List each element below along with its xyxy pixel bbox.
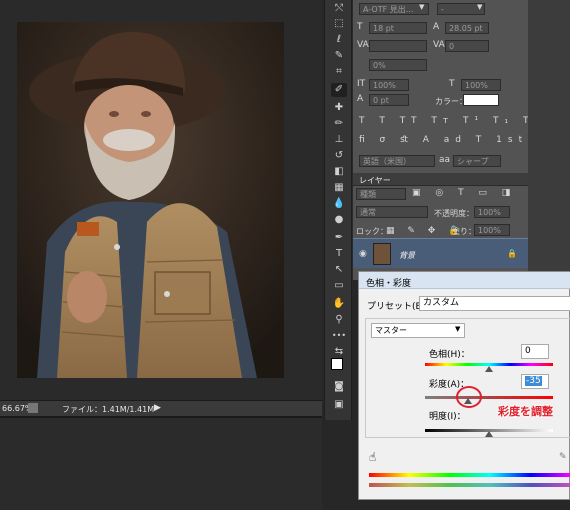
dodge-tool-icon[interactable]: ●	[331, 213, 347, 227]
shape-tool-icon[interactable]: ▭	[331, 279, 347, 293]
blend-mode-select[interactable]: 通常	[356, 206, 428, 218]
file-size-info: ファイル：1.41M/1.41M	[62, 405, 155, 414]
vertical-scale-icon: IT	[357, 79, 366, 89]
horizontal-scale-field[interactable]: 100%	[461, 79, 501, 91]
chevron-down-icon: ▼	[455, 325, 461, 333]
status-arrow-icon[interactable]: ▶	[154, 403, 161, 413]
leading-icon: A	[433, 22, 440, 32]
opacity-field[interactable]: 100%	[474, 206, 510, 218]
dialog-title-bar: 色相・彩度	[359, 272, 570, 289]
text-color-swatch[interactable]	[463, 94, 499, 106]
foreground-color-swatch[interactable]	[331, 358, 343, 370]
tools-panel: ⤲ ⬚ ℓ ✎ ⌗ ✐ ✚ ✏ ⊥ ↺ ◧ ▦ 💧 ● ✒ T ↖ ▭ ✋ ⚲ …	[324, 0, 352, 420]
eraser-tool-icon[interactable]: ◧	[331, 165, 347, 179]
photo-canvas[interactable]	[17, 22, 284, 378]
annotation-text: 彩度を調整	[498, 405, 553, 418]
targeted-adjustment-hand-icon[interactable]: ☝	[369, 450, 376, 464]
screen-mode-icon[interactable]: ▣	[331, 398, 347, 412]
lasso-tool-icon[interactable]: ℓ	[331, 33, 347, 47]
lightness-slider-thumb[interactable]	[485, 431, 493, 437]
saturation-value: -35	[525, 376, 542, 386]
preset-select[interactable]: カスタム	[419, 296, 570, 311]
tsume-field[interactable]: 0%	[369, 59, 427, 71]
language-select[interactable]: 英語（米国）	[359, 155, 435, 167]
tracking-field[interactable]: 0	[445, 40, 489, 52]
path-select-tool-icon[interactable]: ↖	[331, 263, 347, 277]
lightness-label: 明度(I)：	[429, 412, 466, 422]
info-icon[interactable]	[28, 403, 38, 413]
workspace-background	[0, 418, 322, 510]
hue-saturation-dialog: 色相・彩度 プリセット(E)： カスタム マスター ▼ 色相(H)： 0 彩度(…	[358, 271, 570, 500]
lock-icon: 🔒	[507, 249, 517, 258]
blur-tool-icon[interactable]: 💧	[331, 197, 347, 211]
hue-value-field[interactable]: 0	[521, 344, 549, 359]
channel-select[interactable]: マスター	[371, 323, 465, 338]
dialog-title: 色相・彩度	[366, 279, 412, 289]
crop-tool-icon[interactable]: ⌗	[331, 65, 347, 79]
healing-brush-tool-icon[interactable]: ✚	[331, 101, 347, 115]
vertical-scale-field[interactable]: 100%	[369, 79, 409, 91]
saturation-slider-track[interactable]	[425, 396, 553, 399]
tab-layers[interactable]: レイヤー	[359, 175, 391, 186]
color-bar-top	[369, 473, 570, 477]
eyedropper-icon[interactable]: ✎	[559, 452, 567, 462]
font-size-icon: T	[357, 22, 363, 32]
quick-mask-icon[interactable]: ◙	[331, 380, 347, 394]
layer-filter-select[interactable]: 種類	[356, 188, 406, 200]
visibility-eye-icon[interactable]: ◉	[359, 249, 367, 259]
pen-tool-icon[interactable]: ✒	[331, 231, 347, 245]
layer-thumbnail	[373, 243, 391, 265]
color-bar-bottom	[369, 483, 570, 487]
type-style-buttons[interactable]: T T TT Tт T¹ T₁ T Ŧ	[359, 116, 555, 126]
document-window: 66.67% ファイル：1.41M/1.41M ▶	[0, 0, 322, 418]
marquee-tool-icon[interactable]: ⬚	[331, 17, 347, 31]
fill-field[interactable]: 100%	[474, 224, 510, 236]
antialias-select[interactable]: シャープ	[453, 155, 501, 167]
kerning-field[interactable]	[369, 40, 427, 52]
font-size-field[interactable]: 18 pt	[369, 22, 427, 34]
brush-tool-icon[interactable]: ✏	[331, 117, 347, 131]
layer-name[interactable]: 背景	[399, 250, 415, 261]
baseline-shift-icon: A	[357, 94, 364, 104]
document-status-bar: 66.67% ファイル：1.41M/1.41M ▶	[0, 400, 322, 416]
layers-tab-row: レイヤー	[353, 173, 528, 186]
lock-label: ロック：	[356, 227, 388, 236]
eyedropper-tool-icon[interactable]: ✐	[331, 83, 347, 97]
opacity-label: 不透明度：	[434, 209, 474, 218]
chevron-down-icon: ▼	[419, 3, 425, 11]
edit-toolbar-icon[interactable]: •••	[331, 329, 347, 343]
fill-label: 塗り：	[452, 227, 476, 236]
saturation-value-field[interactable]: -35	[521, 374, 549, 389]
hue-slider-thumb[interactable]	[485, 366, 493, 372]
hand-tool-icon[interactable]: ✋	[331, 297, 347, 311]
layer-row[interactable]: ◉ 背景 🔒	[353, 238, 528, 268]
hue-label: 色相(H)：	[429, 350, 470, 360]
chevron-down-icon: ▼	[477, 3, 483, 11]
antialias-icon: aa	[439, 155, 451, 165]
quick-select-tool-icon[interactable]: ✎	[331, 49, 347, 63]
panel-dock-strip	[528, 0, 570, 280]
baseline-shift-field[interactable]: 0 pt	[369, 94, 409, 106]
clone-stamp-tool-icon[interactable]: ⊥	[331, 133, 347, 147]
zoom-tool-icon[interactable]: ⚲	[331, 313, 347, 327]
history-brush-tool-icon[interactable]: ↺	[331, 149, 347, 163]
opentype-buttons[interactable]: ﬁ σ ﬆ A ad T 1st ½	[359, 135, 552, 145]
type-tool-icon[interactable]: T	[331, 247, 347, 261]
portrait-photo	[17, 22, 284, 378]
highlight-circle	[456, 386, 482, 408]
swap-colors-icon[interactable]: ⇆	[331, 345, 347, 359]
gradient-tool-icon[interactable]: ▦	[331, 181, 347, 195]
kerning-icon: VA	[357, 40, 369, 50]
layer-filter-icons[interactable]: ▣ ◎ T ▭ ◨	[412, 188, 516, 198]
horizontal-scale-icon: T	[449, 79, 455, 89]
move-tool-icon[interactable]: ⤲	[331, 2, 347, 16]
leading-field[interactable]: 28.05 pt	[445, 22, 489, 34]
tracking-icon: VA	[433, 40, 445, 50]
